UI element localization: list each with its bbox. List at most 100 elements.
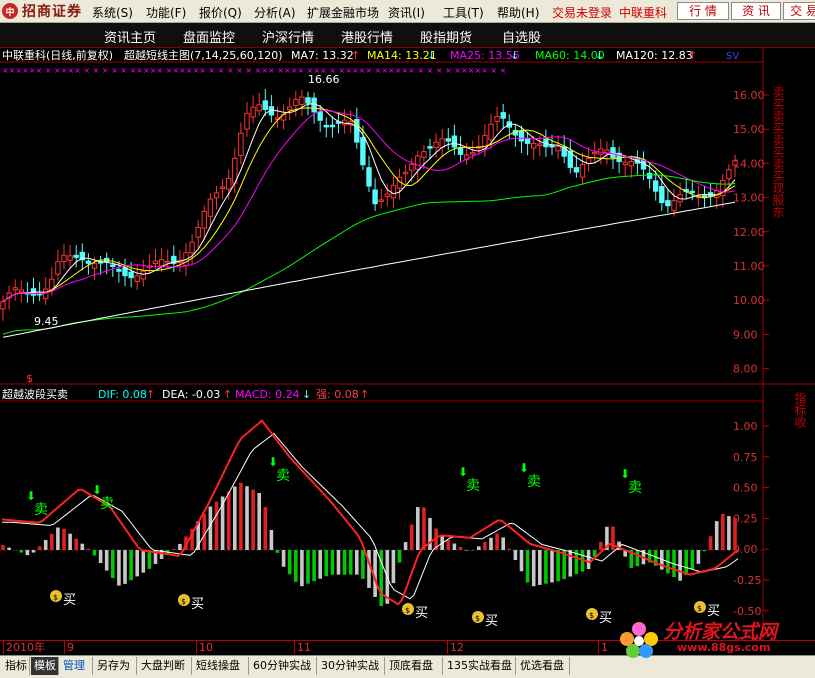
bottom-tab-1[interactable]: 模板 [31,657,59,675]
ma-arrow-3: ↓ [595,49,604,62]
menu-info[interactable]: 资讯(I) [388,4,425,21]
candle-down [361,138,365,165]
price-tick-label: 9.00 [733,328,758,341]
candle-down [519,131,523,141]
macd-bar-negative [105,550,109,571]
sell-signal-label: 卖 [628,480,642,496]
bottom-tab-8[interactable]: 顶底看盘 [386,657,443,675]
candle-down [318,112,322,120]
bottom-tab-9[interactable]: 135实战看盘 [444,657,516,675]
menu-help[interactable]: 帮助(H) [497,4,539,21]
macd-bar-positive [721,514,725,550]
macd-bar-negative [544,550,548,584]
menu-system[interactable]: 系统(S) [92,4,133,21]
candle-down [74,255,78,257]
macd-bar-positive [251,490,255,550]
bottom-tab-10[interactable]: 优选看盘 [517,657,570,675]
candle-up [416,156,420,169]
trade-button[interactable]: 交 易 [783,2,815,20]
candle-up [68,256,72,260]
buy-signal-label: 买 [599,611,612,626]
candle-up [214,193,218,198]
bottom-tab-4[interactable]: 大盘判断 [138,657,192,675]
bottom-tab-3[interactable]: 另存为 [94,657,137,675]
macd-bar-positive [257,493,261,550]
bottom-tab-6[interactable]: 60分钟实战 [250,657,317,675]
price-tick-label: 11.00 [733,260,765,273]
logo-text: 招商证券 [22,1,82,21]
candle-down [330,125,334,127]
bottom-tab-2[interactable]: 管理 [60,657,93,675]
info-button[interactable]: 资 讯 [731,2,781,20]
candle-down [458,148,462,154]
candle-down [525,138,529,143]
tab-watchlist[interactable]: 自选股 [502,27,541,46]
menu-analysis[interactable]: 分析(A) [254,4,296,21]
tab-news-home[interactable]: 资讯主页 [104,27,156,46]
macd-bar-negative [636,550,640,566]
candle-up [538,144,542,146]
sub-label-3: 强: 0.08 [316,388,359,401]
bottom-tab-7[interactable]: 30分钟实战 [318,657,385,675]
macd-bar-positive [38,546,42,550]
candle-up [251,107,255,117]
buy-signal-label: 买 [485,614,498,629]
macd-bar-positive [428,518,432,550]
price-tick-label: 8.00 [733,363,758,376]
watermark: 分析家公式网 www.88gs.com [615,617,815,657]
macd-bar-negative [148,550,152,569]
bottom-tab-5[interactable]: 短线操盘 [193,657,249,675]
price-tick-label: 15.00 [733,123,765,136]
macd-bar-positive [87,549,91,550]
candle-up [13,288,17,290]
dollar-signal-marker: $ [26,372,33,385]
tab-index-futures[interactable]: 股指期货 [420,27,472,46]
candle-up [422,152,426,158]
sub-arrow-1: ↑ [223,388,232,401]
current-stock-name: 中联重科 [619,4,667,21]
macd-bar-positive [483,542,487,550]
login-status[interactable]: 交易未登录 [552,4,612,21]
macd-bar-negative [129,550,133,580]
tabbar: 资讯主页 盘面监控 沪深行情 港股行情 股指期货 自选股 [0,23,815,48]
macd-bar-positive [81,544,85,550]
macd-tick-label: 0.50 [733,482,758,495]
quote-button[interactable]: 行 情 [677,2,729,20]
candle-up [471,153,475,155]
bottom-tab-0[interactable]: 指标 [2,657,30,675]
tab-sh-sz-quotes[interactable]: 沪深行情 [262,27,314,46]
macd-bar-positive [733,518,737,550]
stock-chart[interactable]: 中联重科(日线,前复权) 超越短线主图(7,14,25,60,120) MA7:… [0,48,815,640]
sell-arrow-icon: ⬇ [458,465,468,479]
macd-bar-negative [99,550,103,563]
tab-hk-quotes[interactable]: 港股行情 [341,27,393,46]
menu-quote[interactable]: 报价(Q) [199,4,242,21]
candle-down [690,191,694,193]
sell-signal-label: 卖 [100,496,114,512]
sub-label-2: MACD: 0.24 [235,388,300,401]
main-panel-title: 中联重科(日线,前复权) [2,48,113,62]
macd-bar-negative [684,550,688,575]
macd-bar-positive [495,534,499,550]
macd-bar-negative [465,550,469,551]
candle-down [129,272,133,278]
menu-extended-market[interactable]: 扩展金融市场 [307,4,379,21]
candle-up [92,264,96,269]
candle-up [434,142,438,147]
ma-legend: MA7: 13.32↑MA14: 13.21↓MA25: 13.56↓MA60:… [291,49,697,62]
macd-bar-negative [538,550,542,585]
candle-down [647,173,651,178]
candle-up [300,97,304,105]
candle-up [159,260,163,266]
macd-bar-negative [471,550,475,551]
menu-tools[interactable]: 工具(T) [443,4,484,21]
candle-up [190,242,194,253]
candle-up [294,100,298,106]
price-side-text: 卖买卖买卖买卖买现股东 [771,86,785,218]
candle-up [153,261,157,263]
menu-function[interactable]: 功能(F) [146,4,186,21]
tab-market-monitor[interactable]: 盘面监控 [183,27,235,46]
macd-tick-label: -0.25 [733,574,761,587]
sell-signal-label: 卖 [276,468,290,484]
sell-signal-label: 卖 [466,478,480,494]
